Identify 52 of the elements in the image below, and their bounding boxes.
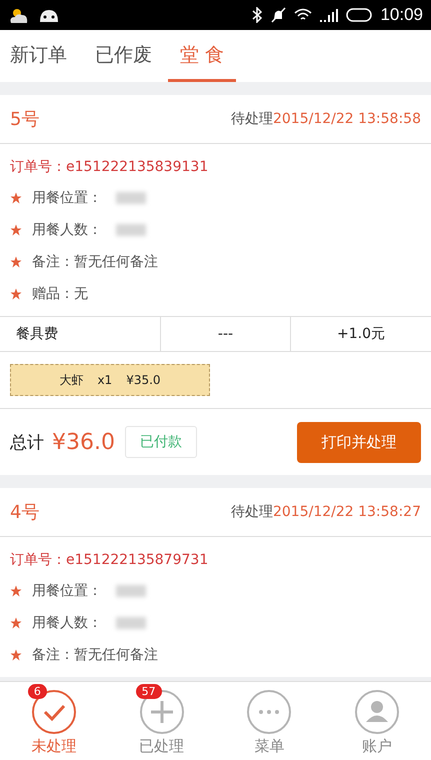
order-id: 订单号：e151222135839131 [10, 158, 210, 177]
detail-text: 备注：暂无任何备注 [32, 646, 158, 664]
plus-icon [138, 689, 185, 735]
nav-tab[interactable]: 已处理 57 [108, 682, 216, 760]
tab[interactable]: 已作废 [95, 30, 164, 82]
total-amount: ¥36.0 [52, 430, 115, 454]
order-number: 5号 [10, 108, 40, 131]
star-icon [10, 192, 22, 204]
detail-text: 用餐人数： [32, 614, 102, 632]
android-icon [38, 7, 60, 23]
user-icon [354, 689, 400, 735]
weather-icon [8, 6, 30, 24]
order-number: 4号 [10, 501, 40, 524]
more-icon [246, 689, 292, 735]
star-icon [10, 617, 22, 629]
muted-bell-icon [270, 7, 286, 23]
detail-text: 赠品：无 [32, 285, 88, 303]
nav-tab[interactable]: 账户 [323, 682, 431, 760]
blurred-value [116, 585, 146, 597]
tab[interactable]: 新订单 [10, 30, 79, 82]
order-status: 待处理2015/12/22 13:58:58 [230, 110, 421, 128]
star-icon [10, 256, 22, 268]
payment-status: 已付款 [124, 426, 197, 458]
print-process-button[interactable]: 打印并处理 [297, 422, 421, 462]
star-icon [10, 585, 22, 597]
dish-tag: 大虾 x1 ¥35.0 [10, 364, 210, 396]
star-icon [10, 224, 22, 236]
nav-tab[interactable]: 未处理 6 [0, 682, 108, 760]
order-id: 订单号：e151222135879731 [10, 551, 210, 570]
blurred-value [116, 617, 146, 629]
fee-quantity: --- [160, 317, 290, 351]
detail-text: 用餐人数： [32, 221, 102, 239]
total-label: 总计 [10, 432, 44, 454]
count-badge: 57 [136, 684, 162, 699]
clock-time: 10:09 [380, 5, 423, 25]
star-icon [10, 288, 22, 300]
fee-name: 餐具费 [15, 325, 59, 344]
detail-text: 用餐位置： [32, 582, 102, 600]
star-icon [10, 649, 22, 661]
order-status: 待处理2015/12/22 13:58:27 [230, 503, 421, 521]
signal-icon [320, 8, 338, 22]
bluetooth-icon [252, 7, 262, 23]
detail-text: 用餐位置： [32, 189, 102, 207]
tab[interactable]: 堂 食 [168, 30, 236, 82]
blurred-value [116, 224, 146, 236]
fee-amount: +1.0元 [290, 317, 431, 351]
count-badge: 6 [28, 684, 47, 699]
detail-text: 备注：暂无任何备注 [32, 253, 158, 271]
battery-icon [346, 8, 372, 22]
blurred-value [116, 192, 146, 204]
wifi-icon [294, 8, 312, 22]
nav-tab[interactable]: 菜单 [216, 682, 324, 760]
